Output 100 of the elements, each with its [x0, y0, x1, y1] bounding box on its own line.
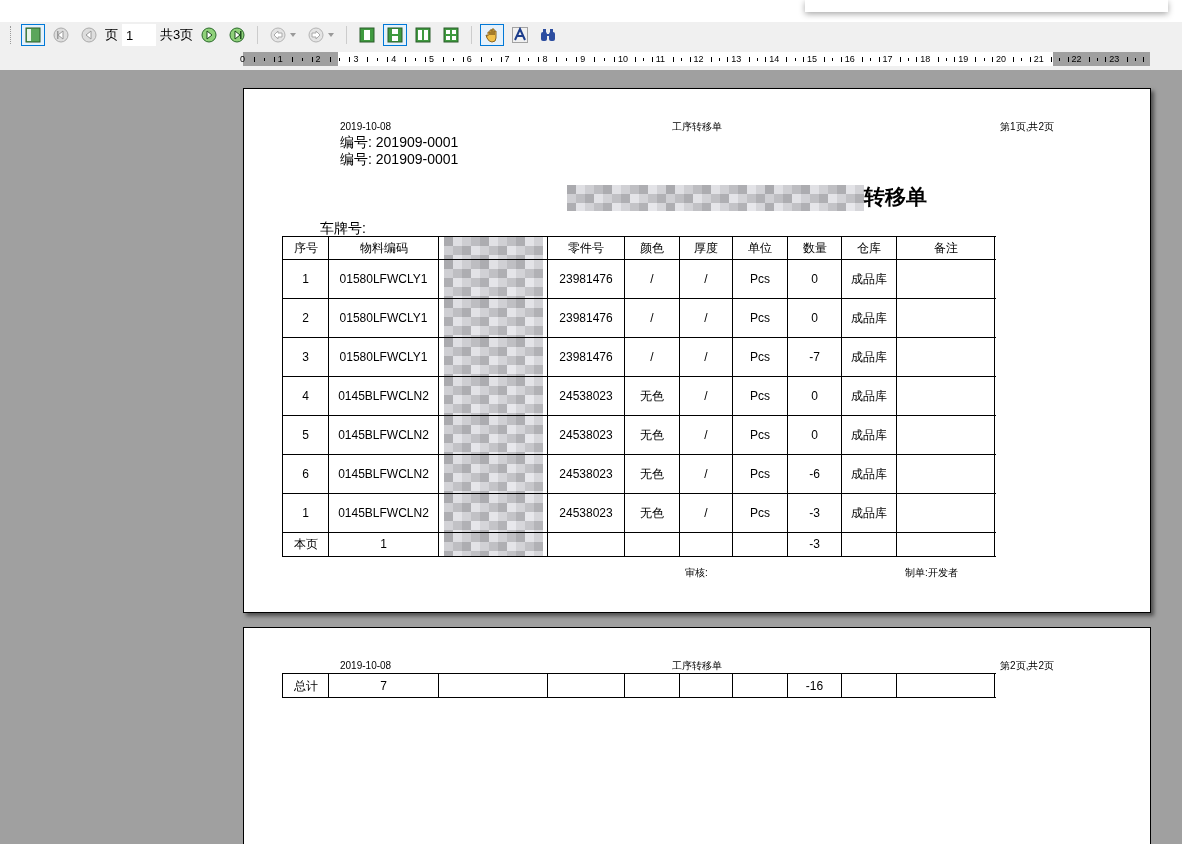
table-cell-text: Pcs — [750, 465, 770, 483]
table-cell-text: 2 — [302, 309, 309, 327]
report-header-title: 工序转移单 — [671, 659, 723, 673]
reviewer-label: 审核: — [685, 565, 709, 580]
table-cell-text: 0 — [811, 309, 818, 327]
table-cell-text: 无色 — [640, 465, 664, 483]
table-cell-text: Pcs — [750, 270, 770, 288]
right-arrow-icon — [308, 27, 335, 43]
table-cell-text: 3 — [302, 348, 309, 366]
table-cell-text: 6 — [302, 465, 309, 483]
table-cell-text: 24538023 — [559, 387, 613, 405]
column-header: 序号 — [293, 239, 318, 257]
table-cell-text: / — [650, 270, 654, 288]
continuous-button[interactable] — [383, 24, 408, 46]
ruler-number: 1 — [277, 53, 283, 66]
preparer-label: 制单:开发者 — [905, 565, 958, 580]
ruler-number: 9 — [580, 53, 586, 66]
page-indicator: 第2页,共2页 — [999, 659, 1054, 673]
page-count: 共3页 — [160, 26, 194, 45]
table-cell-text: 23981476 — [559, 270, 613, 288]
table-cell-text: -3 — [809, 504, 820, 522]
sidebar-icon — [25, 27, 41, 43]
table-cell-text: 5 — [302, 426, 309, 444]
table-cell-text: 01580LFWCLY1 — [339, 348, 428, 366]
table-cell-text: / — [704, 309, 708, 327]
column-header: 单位 — [748, 239, 772, 257]
table-cell-text: 0145BLFWCLN2 — [338, 387, 429, 405]
table-cell-text: 成品库 — [851, 465, 887, 483]
ruler-number: 19 — [958, 53, 969, 66]
table-cell-text: 1 — [302, 270, 309, 288]
table-cell-text: 24538023 — [559, 426, 613, 444]
table-cell-text: / — [704, 348, 708, 366]
table-cell-text: 7 — [380, 677, 387, 695]
column-header: 零件号 — [568, 239, 604, 257]
document-title: 转移单 — [864, 184, 927, 211]
table-cell-text: 无色 — [640, 504, 664, 522]
column-header: 颜色 — [640, 239, 664, 257]
table-cell-text: / — [704, 270, 708, 288]
table-cell-text: 24538023 — [559, 504, 613, 522]
text-select-icon — [512, 27, 529, 43]
table-cell-text: 本页 — [293, 536, 318, 553]
document-number: 编号: 201909-0001 — [340, 151, 460, 168]
table-cell-text: Pcs — [750, 504, 770, 522]
hand-button[interactable] — [480, 24, 505, 46]
print-date: 2019-10-08 — [340, 659, 393, 673]
table-cell-text: 成品库 — [851, 426, 887, 444]
ruler-number: 3 — [353, 53, 359, 66]
table-cell-text: 01580LFWCLY1 — [339, 309, 428, 327]
report-header-title: 工序转移单 — [671, 120, 723, 134]
ruler-number: 4 — [391, 53, 397, 66]
table-cell-text: 0145BLFWCLN2 — [338, 504, 429, 522]
column-header: 备注 — [933, 239, 958, 257]
table-cell-text: 23981476 — [559, 348, 613, 366]
ruler-number: 14 — [769, 53, 780, 66]
column-header: 物料编码 — [359, 239, 408, 257]
ruler-number: 8 — [542, 53, 548, 66]
table-cell-text: 总计 — [293, 677, 318, 695]
table-cell-text: / — [704, 426, 708, 444]
sidebar-toggle-button[interactable] — [21, 24, 45, 46]
table-cell-text: 24538023 — [559, 465, 613, 483]
ruler-number: 17 — [882, 53, 893, 66]
ruler-number: 6 — [466, 53, 472, 66]
table-cell-text: 成品库 — [851, 387, 887, 405]
table-cell-text: Pcs — [750, 426, 770, 444]
ruler-number: 15 — [806, 53, 817, 66]
column-header: 厚度 — [694, 239, 718, 257]
table-cell-text: / — [650, 348, 654, 366]
ruler-number: 0 — [240, 53, 245, 66]
ruler-number: 21 — [1033, 53, 1044, 66]
ruler-number: 10 — [617, 53, 628, 66]
binoculars-icon — [540, 27, 557, 43]
page-indicator: 第1页,共2页 — [999, 120, 1054, 134]
ruler-number: 23 — [1109, 53, 1120, 66]
table-cell-text: 1 — [380, 536, 387, 553]
table-cell-text: Pcs — [750, 348, 770, 366]
table-cell-text: -3 — [809, 536, 820, 553]
ruler-number: 2 — [315, 53, 321, 66]
ruler-number: 11 — [655, 53, 666, 66]
ruler-number: 16 — [844, 53, 855, 66]
ruler-number: 22 — [1071, 53, 1082, 66]
ruler-number: 18 — [920, 53, 931, 66]
table-cell-text: 0145BLFWCLN2 — [338, 465, 429, 483]
table-cell-text: Pcs — [750, 387, 770, 405]
page-layout-icon — [359, 27, 376, 43]
ruler-number: 12 — [693, 53, 704, 66]
table-cell-text: 23981476 — [559, 309, 613, 327]
page-number-field[interactable]: 1 — [122, 24, 156, 46]
table-cell-text: 成品库 — [851, 504, 887, 522]
page-layout-icon — [387, 27, 404, 43]
ruler-number: 5 — [429, 53, 434, 66]
table-cell-text: -6 — [809, 465, 820, 483]
column-header: 数量 — [802, 239, 827, 257]
left-arrow-icon — [270, 27, 297, 43]
document-number: 编号: 201909-0001 — [340, 134, 460, 151]
table-cell-text: 无色 — [640, 426, 664, 444]
column-header: 仓库 — [857, 239, 881, 257]
table-cell-text: 4 — [302, 387, 309, 405]
page-layout-icon — [443, 27, 460, 43]
table-cell-text: 01580LFWCLY1 — [339, 270, 428, 288]
page-label: 页 — [105, 26, 118, 45]
